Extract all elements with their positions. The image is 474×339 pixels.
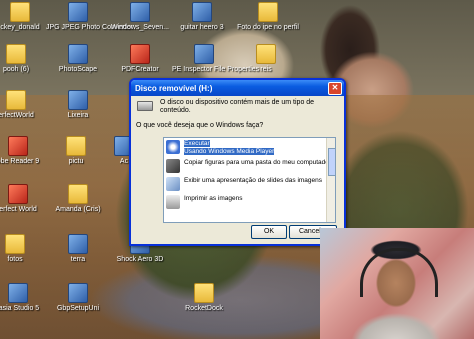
app-icon [194, 44, 214, 64]
desktop-icon[interactable]: ckey_donald [0, 2, 52, 32]
headset-shape [360, 248, 438, 297]
scrollbar-thumb[interactable] [328, 148, 335, 176]
action-option-label: Imprimir as imagens [184, 195, 243, 202]
dialog-title: Disco removível (H:) [135, 83, 213, 93]
app-icon [68, 44, 88, 64]
desktop-icon[interactable]: erfectWorld [0, 90, 48, 120]
action-option-label: Exibir uma apresentação de slides das im… [184, 177, 323, 184]
close-button[interactable]: ✕ [328, 81, 342, 95]
desktop-icon[interactable]: erfect World [0, 184, 50, 214]
app-icon [192, 2, 212, 22]
desktop-icon[interactable]: guitar heero 3 [170, 2, 234, 32]
desktop-icon[interactable]: PDFCreator [108, 44, 172, 74]
action-option[interactable]: Imprimir as imagens [164, 193, 335, 211]
folder-icon [6, 44, 26, 64]
list-scrollbar[interactable] [326, 138, 335, 222]
close-icon: ✕ [331, 82, 339, 92]
pdf-icon [130, 44, 150, 64]
desktop-icon[interactable]: reis [234, 44, 298, 74]
action-list[interactable]: Executar Usando Windows Media Player Cop… [163, 137, 336, 223]
desktop-icon[interactable]: obe Reader 9 [0, 136, 50, 166]
folder-icon [6, 90, 26, 110]
recycle-bin-icon [68, 90, 88, 110]
desktop-icon[interactable]: terra [46, 234, 110, 264]
folder-icon [256, 44, 276, 64]
desktop-icon[interactable]: Amanda (Cris) [46, 184, 110, 214]
action-option[interactable]: Exibir uma apresentação de slides das im… [164, 175, 335, 193]
desktop-icon[interactable]: RocketDock [172, 283, 236, 313]
desktop-icon[interactable]: PhotoScape [46, 44, 110, 74]
removable-drive-icon [137, 101, 153, 111]
folder-icon [10, 2, 30, 22]
folder-icon [68, 184, 88, 204]
printer-icon [166, 195, 180, 209]
folder-icon [5, 234, 25, 254]
desktop-icon[interactable]: PE Inspector File Properties [172, 44, 259, 74]
dialog-question: O que você deseja que o Windows faça? [136, 122, 264, 129]
app-icon [68, 283, 88, 303]
desktop-icon[interactable]: Foto do ipe no perfil [236, 2, 300, 32]
desktop-icon[interactable]: tasia Studio 5 [0, 283, 50, 313]
desktop-icon[interactable]: JPG JPEG Photo Converter [46, 2, 133, 32]
desktop-icon[interactable]: GbpSetupUni [46, 283, 110, 313]
folder-icon [258, 2, 278, 22]
desktop-icon[interactable]: Windows_Seven... [108, 2, 172, 32]
app-icon [130, 2, 150, 22]
app-icon [68, 234, 88, 254]
dialog-message: O disco ou dispositivo contém mais de um… [160, 99, 315, 114]
desktop-icon[interactable]: pooh (6) [0, 44, 48, 74]
dialog-titlebar[interactable]: Disco removível (H:) ✕ [131, 80, 344, 96]
webcam-video [320, 228, 474, 339]
slideshow-icon [166, 177, 180, 191]
game-icon [8, 184, 28, 204]
action-option-label: Executar Usando Windows Media Player [182, 139, 276, 156]
folder-icon [66, 136, 86, 156]
ok-button[interactable]: OK [251, 225, 287, 239]
desktop-icon[interactable]: Lixeira [46, 90, 110, 120]
camera-icon [166, 159, 180, 173]
action-option[interactable]: Copiar figuras para uma pasta do meu com… [164, 157, 335, 175]
autoplay-dialog: Disco removível (H:) ✕ O disco ou dispos… [129, 78, 346, 246]
app-icon [68, 2, 88, 22]
rocketdock-icon [194, 283, 214, 303]
media-player-icon [166, 140, 180, 154]
action-option[interactable]: Executar Usando Windows Media Player [164, 138, 335, 157]
action-option-label: Copiar figuras para uma pasta do meu com… [184, 159, 332, 166]
desktop-icon[interactable]: fotos [0, 234, 47, 264]
acrobat-icon [8, 136, 28, 156]
app-icon [8, 283, 28, 303]
